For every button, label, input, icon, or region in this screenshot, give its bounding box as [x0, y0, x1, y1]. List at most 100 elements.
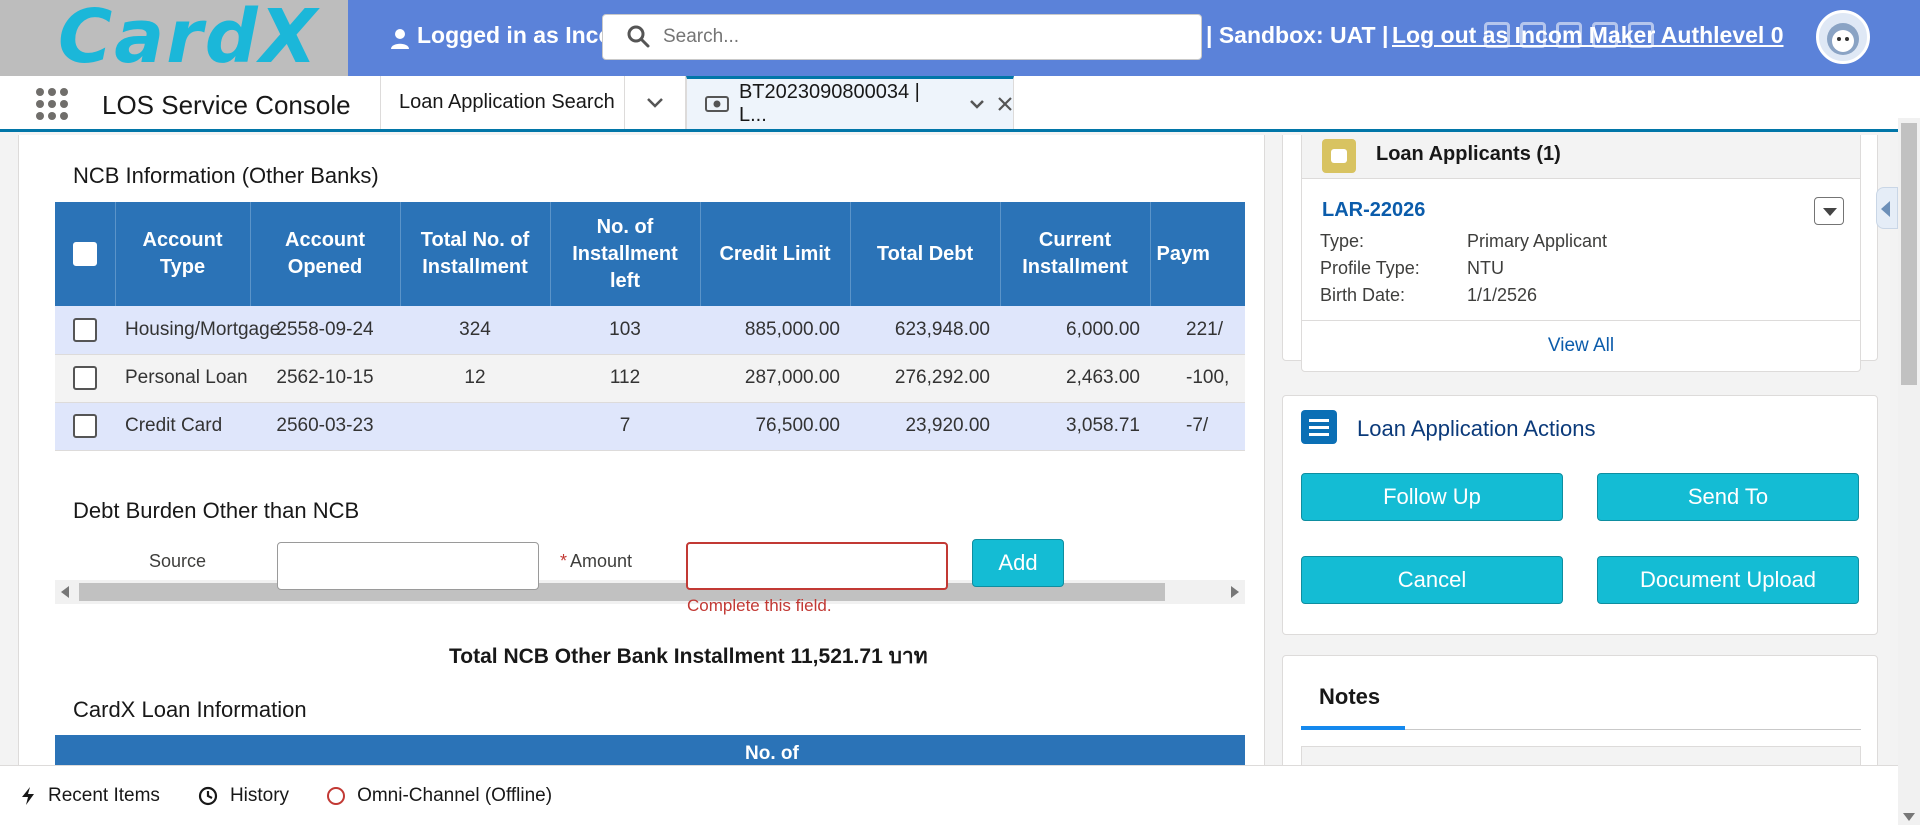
col-payment[interactable]: Paym [1150, 202, 1245, 306]
source-field[interactable] [277, 542, 539, 590]
cell-total-installment: 324 [400, 306, 550, 355]
table-row[interactable]: Housing/Mortgage 2558-09-24 324 103 885,… [55, 306, 1245, 355]
applicant-link[interactable]: LAR-22026 [1322, 199, 1425, 222]
avatar-icon [1827, 23, 1859, 55]
cardx-loan-table-header: No. of [55, 735, 1245, 765]
source-label: Source [149, 551, 207, 571]
tab-loan-application-search[interactable]: Loan Application Search [380, 76, 624, 129]
utility-panel-toggle[interactable] [1876, 187, 1898, 229]
col-credit-limit[interactable]: Credit Limit [700, 202, 851, 306]
history-button[interactable]: History [198, 785, 289, 807]
table-horizontal-scrollbar[interactable] [55, 580, 1245, 604]
row-checkbox[interactable] [73, 414, 97, 438]
cell-account-type: Housing/Mortgage [115, 306, 280, 355]
utility-bar: Recent Items History Omni-Channel (Offli… [0, 765, 1898, 825]
cancel-button[interactable]: Cancel [1301, 556, 1563, 604]
console-navbar: LOS Service Console Loan Application Sea… [0, 76, 1920, 132]
notifications-icon[interactable] [1628, 22, 1654, 48]
profile-type-label: Profile Type: [1320, 258, 1420, 278]
select-all-header [55, 202, 116, 306]
row-checkbox[interactable] [73, 317, 97, 342]
cell-installment-left: 103 [550, 306, 700, 355]
cell-current-installment: 6,000.00 [1000, 306, 1150, 355]
select-all-checkbox[interactable] [72, 242, 97, 267]
search-input[interactable] [663, 26, 1183, 48]
debt-burden-title: Debt Burden Other than NCB [73, 498, 360, 523]
page-vertical-scrollbar[interactable] [1898, 118, 1920, 825]
actions-title: Loan Application Actions [1357, 416, 1596, 441]
scroll-thumb[interactable] [1901, 123, 1917, 385]
notes-card: Notes [1282, 655, 1878, 765]
chevron-down-icon[interactable] [969, 99, 985, 109]
col-current-installment[interactable]: Current Installment [1000, 202, 1151, 306]
logo-text: CardX [58, 0, 319, 76]
applicants-title[interactable]: Loan Applicants (1) [1376, 143, 1561, 166]
cell-total-debt: 623,948.00 [850, 306, 1000, 355]
tab-notes[interactable]: Notes [1319, 684, 1380, 710]
birth-date-label: Birth Date: [1320, 285, 1406, 305]
scroll-right-arrow[interactable] [1231, 586, 1239, 598]
loan-applicants-card: Loan Applicants (1) LAR-22026 Type: Prim… [1282, 135, 1878, 372]
col-total-debt[interactable]: Total Debt [850, 202, 1001, 306]
view-all-link[interactable]: View All [1301, 320, 1861, 372]
total-installment-text: Total NCB Other Bank Installment 11,521.… [449, 645, 928, 668]
scroll-left-arrow[interactable] [61, 586, 69, 598]
col-total-installment[interactable]: Total No. of Installment [400, 202, 551, 306]
tab-overflow-dropdown[interactable] [624, 76, 686, 129]
type-label: Type: [1320, 231, 1365, 251]
col-account-type[interactable]: Account Type [115, 202, 251, 306]
cell-credit-limit: 287,000.00 [700, 354, 850, 403]
tab-label: BT2023090800034 | L... [738, 81, 920, 126]
applicant-actions-dropdown[interactable] [1814, 197, 1844, 225]
help-icon[interactable] [1556, 22, 1582, 48]
scroll-down-arrow[interactable] [1903, 813, 1915, 821]
birth-date-value: 1/1/2526 [1467, 285, 1538, 305]
recent-items-label: Recent Items [48, 784, 160, 806]
amount-error-message: Complete this field. [687, 596, 832, 615]
col-installment-left[interactable]: No. of Installment left [550, 202, 701, 306]
tab-loan-application-record[interactable]: BT2023090800034 | L... [686, 76, 1014, 129]
cell-total-debt: 23,920.00 [850, 402, 1000, 451]
setup-icon[interactable] [1592, 22, 1618, 48]
panel-divider [1264, 135, 1265, 765]
amount-field[interactable] [686, 542, 948, 590]
offline-status-icon [327, 786, 346, 805]
lightning-icon [22, 786, 34, 805]
col-account-opened[interactable]: Account Opened [250, 202, 401, 306]
ncb-table-wrapper: Account Type Account Opened Total No. of… [55, 202, 1245, 451]
global-search[interactable] [602, 14, 1202, 60]
table-row[interactable]: Credit Card 2560-03-23 7 76,500.00 23,92… [55, 402, 1245, 451]
recent-items-button[interactable]: Recent Items [20, 785, 160, 807]
loan-details-panel: NCB Information (Other Banks) Account Ty… [18, 135, 1264, 765]
ncb-table: Account Type Account Opened Total No. of… [55, 202, 1245, 451]
add-icon[interactable] [1520, 22, 1546, 48]
cell-account-type: Personal Loan [115, 354, 250, 403]
cell-credit-limit: 885,000.00 [700, 306, 850, 355]
sidebar-panel: Loan Applicants (1) LAR-22026 Type: Prim… [1266, 135, 1898, 765]
cell-account-type: Credit Card [115, 402, 250, 451]
add-button[interactable]: Add [972, 539, 1064, 587]
history-label: History [229, 784, 290, 806]
app-name: LOS Service Console [102, 90, 351, 120]
user-avatar[interactable] [1816, 10, 1870, 64]
send-to-button[interactable]: Send To [1597, 473, 1859, 521]
col-no-of[interactable]: No. of [745, 743, 799, 765]
search-icon [627, 25, 650, 48]
header-icons [1484, 22, 1654, 48]
cell-payment: -7/ [1150, 402, 1245, 451]
table-row[interactable]: Personal Loan 2562-10-15 12 112 287,000.… [55, 354, 1245, 403]
logged-in-text: Logged in as Inco [417, 22, 613, 48]
document-upload-button[interactable]: Document Upload [1597, 556, 1859, 604]
type-value: Primary Applicant [1467, 231, 1608, 251]
favorites-icon[interactable] [1484, 22, 1510, 48]
cell-installment-left: 112 [550, 354, 700, 403]
follow-up-button[interactable]: Follow Up [1301, 473, 1563, 521]
notes-list-item[interactable] [1301, 746, 1861, 765]
cell-account-opened: 2562-10-15 [250, 354, 400, 403]
close-icon[interactable] [997, 96, 1013, 112]
required-marker: * [560, 551, 568, 571]
row-checkbox[interactable] [73, 366, 97, 390]
amount-label: * Amount [560, 551, 633, 571]
omni-channel-button[interactable]: Omni-Channel (Offline) [327, 785, 552, 807]
app-launcher-icon[interactable] [36, 88, 68, 120]
